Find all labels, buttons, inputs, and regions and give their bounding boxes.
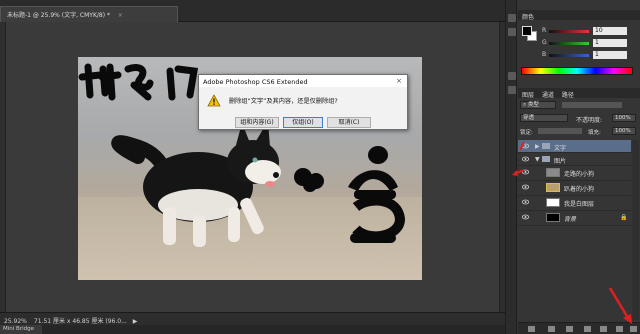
layer-thumbnail <box>546 198 560 207</box>
lock-buttons[interactable] <box>538 128 582 134</box>
tab-layers[interactable]: 图层 <box>522 92 534 99</box>
layer-row-background[interactable]: 背景 🔒 <box>518 211 631 226</box>
lock-fill-row: 锁定: 填充: 100% <box>520 126 638 136</box>
close-icon[interactable]: × <box>118 12 123 19</box>
opacity-field[interactable]: 100% <box>612 114 636 122</box>
photoshop-window: 未标题-1 @ 25.9% (文字, CMYK/8) * × Adobe Pho… <box>0 0 640 334</box>
layer-row-group-image[interactable]: ▼ 图片 <box>518 153 631 166</box>
layer-filter-icons[interactable] <box>562 102 622 108</box>
add-mask-icon[interactable] <box>566 326 573 332</box>
green-channel-label: G <box>542 39 547 46</box>
layer-thumbnail <box>546 183 560 192</box>
status-menu-arrow-icon[interactable]: ▶ <box>133 318 138 325</box>
lock-label: 锁定: <box>520 130 533 136</box>
red-channel-label: R <box>542 27 547 34</box>
tab-channels[interactable]: 通道 <box>542 92 554 99</box>
foreground-color-swatch[interactable] <box>522 26 532 36</box>
group-and-contents-button[interactable]: 组和内容(G) <box>235 117 279 128</box>
layer-style-icon[interactable] <box>548 326 555 332</box>
new-group-icon[interactable] <box>600 326 607 332</box>
blue-channel-label: B <box>542 51 547 58</box>
layer-kind-label: 类型 <box>527 102 539 108</box>
close-icon[interactable]: × <box>391 75 407 87</box>
annotation-arrow-icon <box>512 141 525 176</box>
layer-name: 图片 <box>554 158 567 165</box>
dialog-message: 删除组“文字”及其内容，还是仅删除组? <box>229 98 338 105</box>
layer-filter-row: ⌕ 类型 <box>520 100 638 110</box>
layers-panel-tabs: 图层 通道 路径 <box>518 88 640 99</box>
document-tab-title: 未标题-1 @ 25.9% (文字, CMYK/8) * <box>7 12 110 19</box>
properties-icon[interactable] <box>508 28 516 36</box>
expand-arrow-icon[interactable]: ▶ <box>535 143 540 150</box>
eye-icon[interactable] <box>522 184 529 190</box>
layer-name: 走路的小狗 <box>564 171 595 178</box>
status-bar: 25.92% 71.51 厘米 x 46.85 厘米 (96.0... ▶ <box>0 312 505 325</box>
tab-paths[interactable]: 路径 <box>562 92 574 99</box>
red-slider[interactable] <box>549 30 589 33</box>
color-panel-header: 颜色 <box>518 10 640 21</box>
lock-icon: 🔒 <box>620 214 628 221</box>
folder-icon <box>542 156 550 162</box>
history-icon[interactable] <box>508 14 516 22</box>
eye-icon[interactable] <box>522 199 529 205</box>
document-tab[interactable]: 未标题-1 @ 25.9% (文字, CMYK/8) * × <box>0 6 178 22</box>
paragraph-icon[interactable] <box>508 86 516 94</box>
opacity-label: 不透明度: <box>576 117 603 124</box>
color-spectrum-bar[interactable] <box>521 67 633 75</box>
red-value-field[interactable]: 10 <box>593 27 627 35</box>
bottom-tab-strip <box>0 325 505 334</box>
dialog-title: Adobe Photoshop CS6 Extended <box>199 75 407 87</box>
layer-name: 我是白图层 <box>564 201 595 208</box>
color-panel-title[interactable]: 颜色 <box>522 14 534 21</box>
new-layer-icon[interactable] <box>616 326 623 332</box>
layer-kind-filter[interactable]: ⌕ 类型 <box>520 101 556 109</box>
link-layers-icon[interactable] <box>528 326 535 332</box>
group-only-button[interactable]: 仅组(O) <box>283 117 323 128</box>
tab-mini-bridge[interactable]: Mini Bridge <box>0 325 42 334</box>
layer-name: 文字 <box>554 145 567 152</box>
layer-name: 趴着的小狗 <box>564 186 595 193</box>
search-icon: ⌕ <box>523 102 527 108</box>
fill-field[interactable]: 100% <box>612 127 636 135</box>
collapse-arrow-icon[interactable]: ▼ <box>535 156 540 163</box>
layer-name: 背景 <box>564 216 577 223</box>
document-size-info: 71.51 厘米 x 46.85 厘米 (96.0... <box>33 318 127 325</box>
green-slider[interactable] <box>549 42 589 45</box>
layer-thumbnail <box>546 213 560 222</box>
green-value-field[interactable]: 1 <box>593 39 627 47</box>
layer-row-white[interactable]: 我是白图层 <box>518 196 631 211</box>
vertical-scroll-left <box>0 22 6 312</box>
blue-slider[interactable] <box>549 54 589 57</box>
annotation-arrow-icon <box>608 287 632 324</box>
layer-thumbnail <box>546 168 560 177</box>
blend-opacity-row: 穿透 不透明度: 100% <box>520 113 638 124</box>
delete-group-dialog: Adobe Photoshop CS6 Extended × 删除组“文字”及其… <box>198 74 408 130</box>
character-icon[interactable] <box>508 72 516 80</box>
adjustment-layer-icon[interactable] <box>584 326 591 332</box>
layer-row-group-text[interactable]: ▶ 文字 <box>518 140 631 153</box>
folder-icon <box>542 143 550 149</box>
warning-icon <box>207 94 221 107</box>
zoom-level[interactable]: 25.92% <box>4 318 32 325</box>
layer-row-walking-puppy[interactable]: 走路的小狗 <box>518 166 631 181</box>
blend-mode-select[interactable]: 穿透 <box>520 114 568 122</box>
blue-value-field[interactable]: 1 <box>593 51 627 59</box>
trash-icon[interactable] <box>630 326 637 332</box>
cancel-button[interactable]: 取消(C) <box>327 117 371 128</box>
eye-icon[interactable] <box>522 214 529 220</box>
fill-label: 填充: <box>588 130 601 136</box>
layer-row-lying-puppy[interactable]: 趴着的小狗 <box>518 181 631 196</box>
